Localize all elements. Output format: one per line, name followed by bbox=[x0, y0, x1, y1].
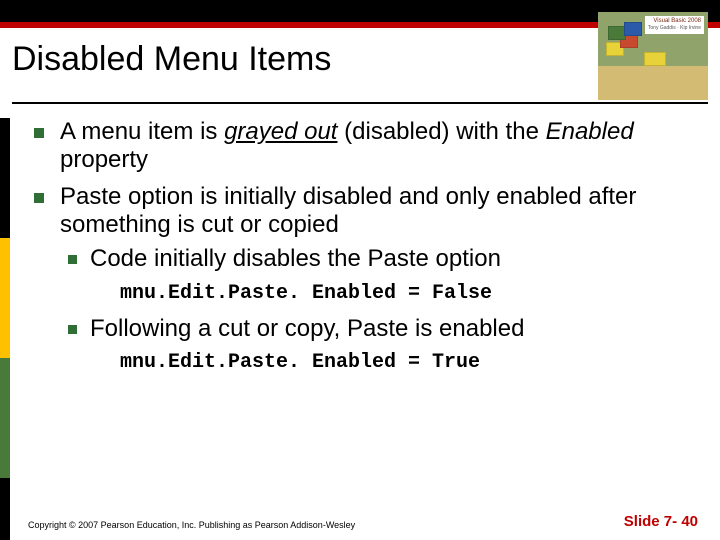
copyright-text: Copyright © 2007 Pearson Education, Inc.… bbox=[28, 520, 355, 530]
lego-block-icon bbox=[644, 52, 666, 66]
cover-tagline: Tony Gaddis · Kip Irvine bbox=[648, 25, 701, 32]
slide-title: Disabled Menu Items bbox=[12, 34, 598, 79]
text: A menu item is bbox=[60, 118, 224, 145]
header-divider bbox=[12, 102, 708, 104]
code-line: mnu.Edit.Paste. Enabled = True bbox=[120, 351, 700, 375]
body-text: A menu item is grayed out (disabled) wit… bbox=[28, 118, 700, 540]
header-row: Disabled Menu Items Visual Basic 2008 To… bbox=[0, 28, 720, 100]
slide-number: Slide 7- 40 bbox=[624, 513, 698, 530]
text: Paste option is initially disabled and o… bbox=[60, 183, 636, 238]
cover-year: 2008 bbox=[688, 18, 701, 24]
bullet-item: A menu item is grayed out (disabled) wit… bbox=[28, 118, 700, 175]
lego-block-icon bbox=[624, 22, 642, 36]
text: property bbox=[60, 146, 148, 173]
sub-bullet-item: Code initially disables the Paste option… bbox=[60, 245, 700, 305]
bullet-item: Paste option is initially disabled and o… bbox=[28, 183, 700, 375]
content-area: A menu item is grayed out (disabled) wit… bbox=[0, 112, 720, 540]
footer: Copyright © 2007 Pearson Education, Inc.… bbox=[28, 513, 698, 530]
book-cover-label: Visual Basic 2008 Tony Gaddis · Kip Irvi… bbox=[645, 16, 704, 34]
book-cover-image: Visual Basic 2008 Tony Gaddis · Kip Irvi… bbox=[598, 12, 708, 100]
text: Code initially disables the Paste option bbox=[90, 245, 501, 272]
text: (disabled) with the bbox=[337, 118, 545, 145]
sub-bullet-item: Following a cut or copy, Paste is enable… bbox=[60, 315, 700, 375]
left-color-stripe bbox=[0, 118, 10, 540]
code-line: mnu.Edit.Paste. Enabled = False bbox=[120, 282, 700, 306]
text-emphasis: grayed out bbox=[224, 118, 337, 145]
text: Following a cut or copy, Paste is enable… bbox=[90, 315, 524, 342]
cover-brand: Visual Basic bbox=[653, 18, 686, 24]
slide: Disabled Menu Items Visual Basic 2008 To… bbox=[0, 0, 720, 540]
text-emphasis: Enabled bbox=[546, 118, 634, 145]
